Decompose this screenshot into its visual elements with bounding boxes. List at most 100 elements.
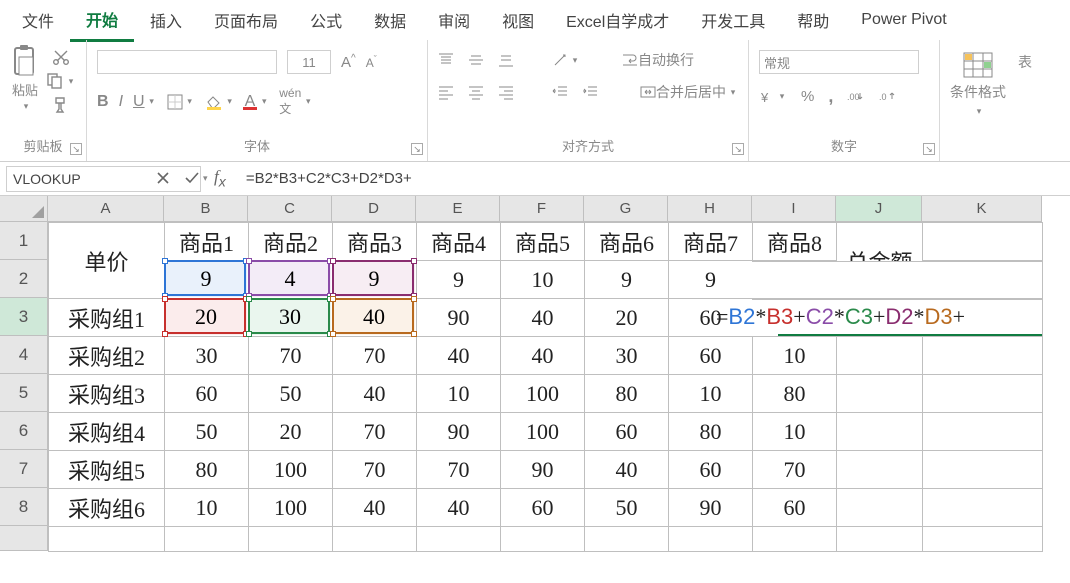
merge-button[interactable]: 合并后居中▾ — [640, 82, 738, 102]
col-header-K[interactable]: K — [922, 196, 1042, 222]
tab-home[interactable]: 开始 — [70, 0, 134, 42]
increase-decimal-button[interactable]: .00 — [847, 90, 865, 104]
cell[interactable] — [837, 337, 923, 375]
cell[interactable]: 40 — [501, 299, 585, 337]
tab-powerpivot[interactable]: Power Pivot — [845, 3, 962, 37]
cell[interactable]: 商品6 — [585, 223, 669, 261]
cell[interactable] — [923, 299, 1043, 337]
cell[interactable]: 80 — [585, 375, 669, 413]
tab-file[interactable]: 文件 — [6, 0, 70, 40]
tab-page-layout[interactable]: 页面布局 — [198, 0, 294, 40]
cell[interactable] — [923, 223, 1043, 261]
cell[interactable]: 60 — [669, 451, 753, 489]
cell[interactable] — [753, 527, 837, 552]
align-bottom-button[interactable] — [498, 52, 514, 68]
wrap-text-button[interactable]: 自动换行 — [622, 50, 694, 70]
cell[interactable]: 9 — [333, 261, 417, 299]
align-center-button[interactable] — [468, 84, 484, 100]
cell[interactable] — [49, 527, 165, 552]
cell[interactable]: 60 — [165, 375, 249, 413]
copy-button[interactable]: ▾ — [46, 72, 76, 90]
cell[interactable]: 9 — [585, 261, 669, 299]
cell[interactable]: 60 — [669, 337, 753, 375]
dialog-launcher-icon[interactable]: ↘ — [923, 143, 935, 155]
cell[interactable]: 采购组3 — [49, 375, 165, 413]
cell[interactable]: 10 — [669, 375, 753, 413]
cell[interactable]: 70 — [249, 337, 333, 375]
format-painter-button[interactable] — [46, 96, 76, 114]
cell[interactable]: 100 — [249, 489, 333, 527]
cell[interactable] — [249, 527, 333, 552]
cell[interactable] — [165, 527, 249, 552]
cell[interactable]: 20 — [165, 299, 249, 337]
cell[interactable]: 70 — [417, 451, 501, 489]
cell[interactable]: 10 — [165, 489, 249, 527]
cell[interactable]: 10 — [417, 375, 501, 413]
paste-dropdown-icon[interactable]: ▾ — [21, 101, 31, 112]
row-header-2[interactable]: 2 — [0, 260, 48, 298]
cell[interactable]: 60 — [501, 489, 585, 527]
phonetic-button[interactable]: wén文▾ — [279, 86, 313, 117]
cell[interactable]: 40 — [333, 489, 417, 527]
align-left-button[interactable] — [438, 84, 454, 100]
font-color-button[interactable]: A▾ — [245, 93, 270, 111]
cell[interactable]: 100 — [501, 413, 585, 451]
col-header-H[interactable]: H — [668, 196, 752, 222]
cell[interactable]: 50 — [585, 489, 669, 527]
cell[interactable] — [923, 261, 1043, 299]
cell[interactable]: 30 — [249, 299, 333, 337]
cell[interactable]: 60 — [753, 489, 837, 527]
fx-button[interactable]: fx — [214, 167, 226, 190]
dialog-launcher-icon[interactable]: ↘ — [70, 143, 82, 155]
cell[interactable]: 70 — [333, 337, 417, 375]
cell[interactable]: 70 — [753, 451, 837, 489]
cell[interactable]: 40 — [333, 375, 417, 413]
borders-button[interactable]: ▾ — [167, 94, 195, 110]
currency-button[interactable]: ¥▾ — [759, 89, 787, 105]
cell[interactable]: 采购组1 — [49, 299, 165, 337]
cell[interactable] — [837, 413, 923, 451]
cell[interactable]: 50 — [249, 375, 333, 413]
tab-custom-1[interactable]: Excel自学成才 — [550, 0, 685, 40]
cell[interactable]: 商品5 — [501, 223, 585, 261]
cancel-formula-button[interactable] — [156, 171, 170, 185]
col-header-E[interactable]: E — [416, 196, 500, 222]
cell[interactable]: 商品4 — [417, 223, 501, 261]
cell[interactable]: 总金额 — [837, 223, 923, 299]
formula-bar[interactable]: =B2*B3+C2*C3+D2*D3+ — [236, 170, 1070, 187]
comma-button[interactable]: , — [828, 86, 833, 107]
cell[interactable]: 10 — [501, 261, 585, 299]
cell[interactable]: 90 — [417, 413, 501, 451]
row-header-1[interactable]: 1 — [0, 222, 48, 260]
cell[interactable]: 60 — [669, 299, 753, 337]
cell[interactable] — [837, 375, 923, 413]
cell[interactable]: 40 — [585, 451, 669, 489]
cell[interactable]: 商品1 — [165, 223, 249, 261]
row-header-4[interactable]: 4 — [0, 336, 48, 374]
cell[interactable]: 30 — [585, 337, 669, 375]
cell[interactable]: 100 — [501, 375, 585, 413]
cell[interactable] — [923, 375, 1043, 413]
cell[interactable]: 商品8 — [753, 223, 837, 261]
cell[interactable]: 90 — [669, 489, 753, 527]
cell[interactable]: 40 — [417, 337, 501, 375]
percent-button[interactable]: % — [801, 88, 814, 105]
cell[interactable] — [669, 527, 753, 552]
orientation-button[interactable]: ▾ — [552, 52, 580, 68]
cell[interactable] — [923, 527, 1043, 552]
tab-formulas[interactable]: 公式 — [294, 0, 358, 40]
cell[interactable]: 100 — [249, 451, 333, 489]
conditional-format-button[interactable] — [963, 52, 993, 78]
underline-button[interactable]: U▾ — [133, 93, 157, 111]
cell[interactable]: 40 — [501, 337, 585, 375]
dialog-launcher-icon[interactable]: ↘ — [732, 143, 744, 155]
cell[interactable]: 单价 — [49, 223, 165, 299]
cell[interactable]: 采购组5 — [49, 451, 165, 489]
cell[interactable]: 采购组2 — [49, 337, 165, 375]
cell[interactable]: 10 — [753, 337, 837, 375]
cell[interactable]: 20 — [585, 299, 669, 337]
cell[interactable]: 90 — [501, 451, 585, 489]
decrease-decimal-button[interactable]: .0 — [879, 90, 897, 104]
tab-developer[interactable]: 开发工具 — [685, 0, 781, 40]
cell[interactable]: 商品3 — [333, 223, 417, 261]
